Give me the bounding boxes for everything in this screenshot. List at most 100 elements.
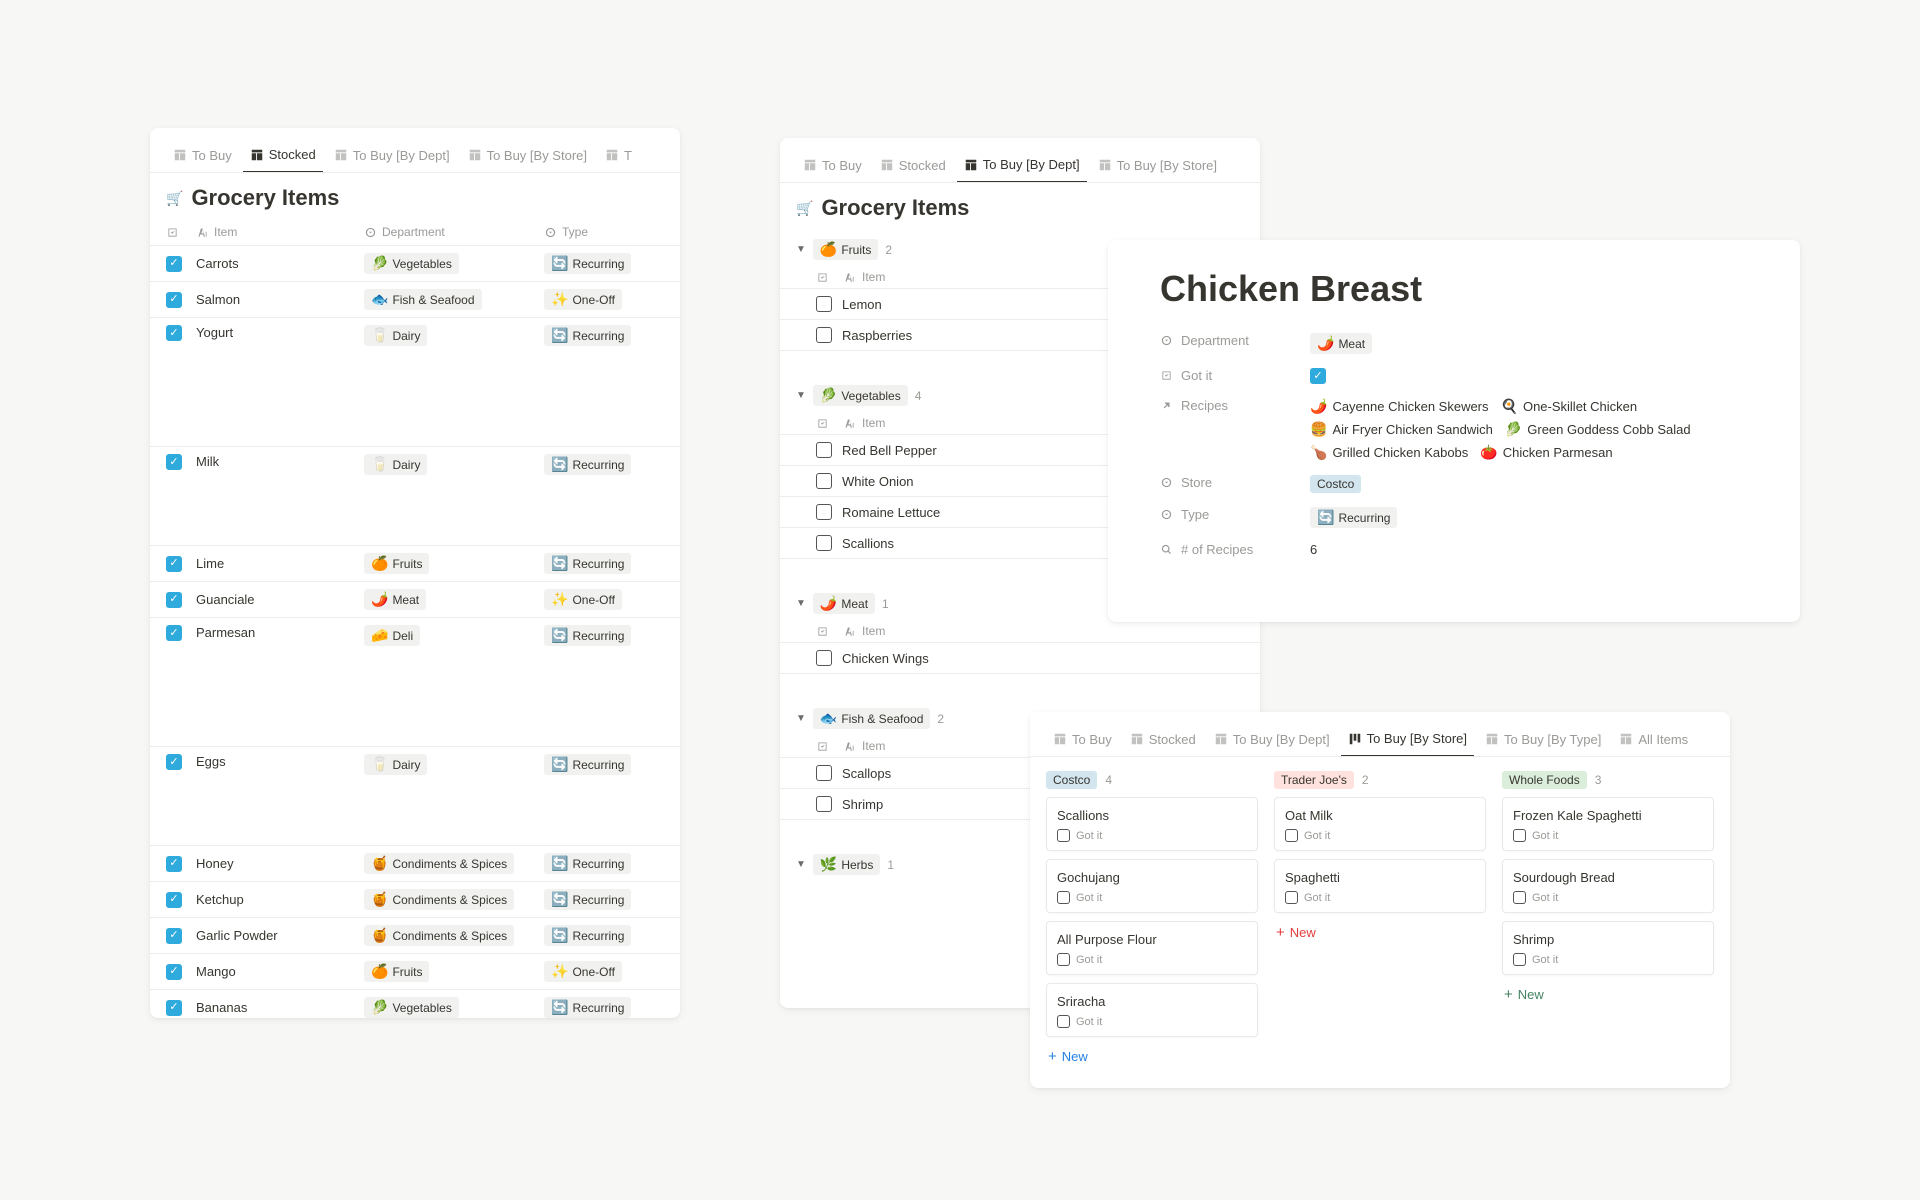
detail-title[interactable]: Chicken Breast xyxy=(1108,240,1800,326)
row-checkbox[interactable]: ✓ xyxy=(166,1000,182,1016)
board-card[interactable]: ScallionsGot it xyxy=(1046,797,1258,851)
column-header[interactable]: Costco4 xyxy=(1046,767,1258,797)
type-tag[interactable]: 🔄Recurring xyxy=(544,454,631,475)
item-checkbox[interactable] xyxy=(816,473,832,489)
recipe-link[interactable]: 🍗Grilled Chicken Kabobs xyxy=(1310,444,1468,461)
table-row[interactable]: ✓Honey🍯Condiments & Spices🔄Recurring xyxy=(150,846,680,882)
department-tag[interactable]: 🍊Fruits xyxy=(364,553,429,574)
department-tag[interactable]: 🥬Vegetables xyxy=(364,253,459,274)
tab-stocked[interactable]: Stocked xyxy=(243,142,323,173)
row-checkbox[interactable]: ✓ xyxy=(166,325,182,341)
gotit-checkbox[interactable] xyxy=(1513,891,1526,904)
table-row[interactable]: ✓Parmesan🧀Deli🔄Recurring xyxy=(150,618,680,747)
row-checkbox[interactable]: ✓ xyxy=(166,556,182,572)
item-checkbox[interactable] xyxy=(816,650,832,666)
type-tag[interactable]: 🔄Recurring xyxy=(544,325,631,346)
tab-stocked[interactable]: Stocked xyxy=(1123,727,1203,756)
type-tag[interactable]: 🔄Recurring xyxy=(544,889,631,910)
table-row[interactable]: ✓Lime🍊Fruits🔄Recurring xyxy=(150,546,680,582)
column-header[interactable]: Trader Joe's2 xyxy=(1274,767,1486,797)
recipe-link[interactable]: 🌶️Cayenne Chicken Skewers xyxy=(1310,398,1489,415)
gotit-checkbox[interactable] xyxy=(1057,829,1070,842)
table-row[interactable]: ✓Mango🍊Fruits✨One-Off xyxy=(150,954,680,990)
department-tag[interactable]: 🍯Condiments & Spices xyxy=(364,853,514,874)
department-tag[interactable]: 🧀Deli xyxy=(364,625,420,646)
toggle-icon[interactable]: ▼ xyxy=(796,859,806,870)
row-checkbox[interactable]: ✓ xyxy=(166,928,182,944)
recipe-link[interactable]: 🍳One-Skillet Chicken xyxy=(1501,398,1638,415)
tab-to-buy-by-dept-[interactable]: To Buy [By Dept] xyxy=(957,152,1087,183)
recipe-link[interactable]: 🍅Chicken Parmesan xyxy=(1480,444,1612,461)
board-card[interactable]: Oat MilkGot it xyxy=(1274,797,1486,851)
table-row[interactable]: ✓Eggs🥛Dairy🔄Recurring xyxy=(150,747,680,846)
row-checkbox[interactable]: ✓ xyxy=(166,256,182,272)
toggle-icon[interactable]: ▼ xyxy=(796,713,806,724)
type-tag[interactable]: 🔄Recurring xyxy=(544,625,631,646)
item-checkbox[interactable] xyxy=(816,442,832,458)
gotit-checkbox[interactable] xyxy=(1057,891,1070,904)
toggle-icon[interactable]: ▼ xyxy=(796,390,806,401)
item-checkbox[interactable] xyxy=(816,504,832,520)
row-checkbox[interactable]: ✓ xyxy=(166,592,182,608)
row-checkbox[interactable]: ✓ xyxy=(166,964,182,980)
row-checkbox[interactable]: ✓ xyxy=(166,625,182,641)
board-card[interactable]: Sourdough BreadGot it xyxy=(1502,859,1714,913)
board-card[interactable]: Frozen Kale SpaghettiGot it xyxy=(1502,797,1714,851)
tab-all-items[interactable]: All Items xyxy=(1612,727,1695,756)
recipe-link[interactable]: 🍔Air Fryer Chicken Sandwich xyxy=(1310,421,1493,438)
row-checkbox[interactable]: ✓ xyxy=(166,856,182,872)
department-tag[interactable]: 🍯Condiments & Spices xyxy=(364,925,514,946)
toggle-icon[interactable]: ▼ xyxy=(796,598,806,609)
type-header[interactable]: Type xyxy=(562,225,588,239)
row-checkbox[interactable]: ✓ xyxy=(166,754,182,770)
table-row[interactable]: ✓Ketchup🍯Condiments & Spices🔄Recurring xyxy=(150,882,680,918)
tab-to-buy-by-type-[interactable]: To Buy [By Type] xyxy=(1478,727,1608,756)
board-card[interactable]: GochujangGot it xyxy=(1046,859,1258,913)
type-tag[interactable]: 🔄Recurring xyxy=(544,253,631,274)
row-checkbox[interactable]: ✓ xyxy=(166,292,182,308)
tab-t[interactable]: T xyxy=(598,143,639,172)
department-tag[interactable]: 🐟Fish & Seafood xyxy=(364,289,482,310)
item-checkbox[interactable] xyxy=(816,296,832,312)
table-row[interactable]: ✓Garlic Powder🍯Condiments & Spices🔄Recur… xyxy=(150,918,680,954)
board-card[interactable]: SpaghettiGot it xyxy=(1274,859,1486,913)
gotit-checkbox[interactable] xyxy=(1285,891,1298,904)
store-tag[interactable]: Costco xyxy=(1310,475,1361,493)
department-tag[interactable]: 🥛Dairy xyxy=(364,454,427,475)
gotit-checkbox[interactable]: ✓ xyxy=(1310,368,1326,384)
table-row[interactable]: ✓Bananas🥬Vegetables🔄Recurring xyxy=(150,990,680,1018)
list-item[interactable]: Chicken Wings xyxy=(780,643,1260,674)
type-tag[interactable]: 🔄Recurring xyxy=(544,754,631,775)
table-row[interactable]: ✓Yogurt🥛Dairy🔄Recurring xyxy=(150,318,680,447)
table-row[interactable]: ✓Carrots🥬Vegetables🔄Recurring xyxy=(150,246,680,282)
type-tag[interactable]: ✨One-Off xyxy=(544,589,622,610)
gotit-checkbox[interactable] xyxy=(1513,829,1526,842)
department-tag[interactable]: 🌶️Meat xyxy=(364,589,426,610)
tab-to-buy[interactable]: To Buy xyxy=(1046,727,1119,756)
item-checkbox[interactable] xyxy=(816,796,832,812)
row-checkbox[interactable]: ✓ xyxy=(166,454,182,470)
table-row[interactable]: ✓Guanciale🌶️Meat✨One-Off xyxy=(150,582,680,618)
gotit-checkbox[interactable] xyxy=(1285,829,1298,842)
gotit-checkbox[interactable] xyxy=(1513,953,1526,966)
item-checkbox[interactable] xyxy=(816,765,832,781)
tab-to-buy-by-dept-[interactable]: To Buy [By Dept] xyxy=(327,143,457,172)
item-header[interactable]: Item xyxy=(214,225,237,239)
table-row[interactable]: ✓Salmon🐟Fish & Seafood✨One-Off xyxy=(150,282,680,318)
item-checkbox[interactable] xyxy=(816,535,832,551)
dept-header[interactable]: Department xyxy=(382,225,445,239)
tab-to-buy-by-store-[interactable]: To Buy [By Store] xyxy=(1341,726,1474,757)
tab-to-buy-by-store-[interactable]: To Buy [By Store] xyxy=(1091,153,1224,182)
department-tag[interactable]: 🍯Condiments & Spices xyxy=(364,889,514,910)
item-checkbox[interactable] xyxy=(816,327,832,343)
column-header[interactable]: Whole Foods3 xyxy=(1502,767,1714,797)
tab-to-buy-by-store-[interactable]: To Buy [By Store] xyxy=(461,143,594,172)
type-tag[interactable]: 🔄Recurring xyxy=(544,853,631,874)
type-tag[interactable]: 🔄Recurring xyxy=(544,553,631,574)
row-checkbox[interactable]: ✓ xyxy=(166,892,182,908)
tab-to-buy[interactable]: To Buy xyxy=(796,153,869,182)
recipe-link[interactable]: 🥬Green Goddess Cobb Salad xyxy=(1505,421,1691,438)
department-tag[interactable]: 🍊Fruits xyxy=(364,961,429,982)
board-card[interactable]: ShrimpGot it xyxy=(1502,921,1714,975)
toggle-icon[interactable]: ▼ xyxy=(796,244,806,255)
